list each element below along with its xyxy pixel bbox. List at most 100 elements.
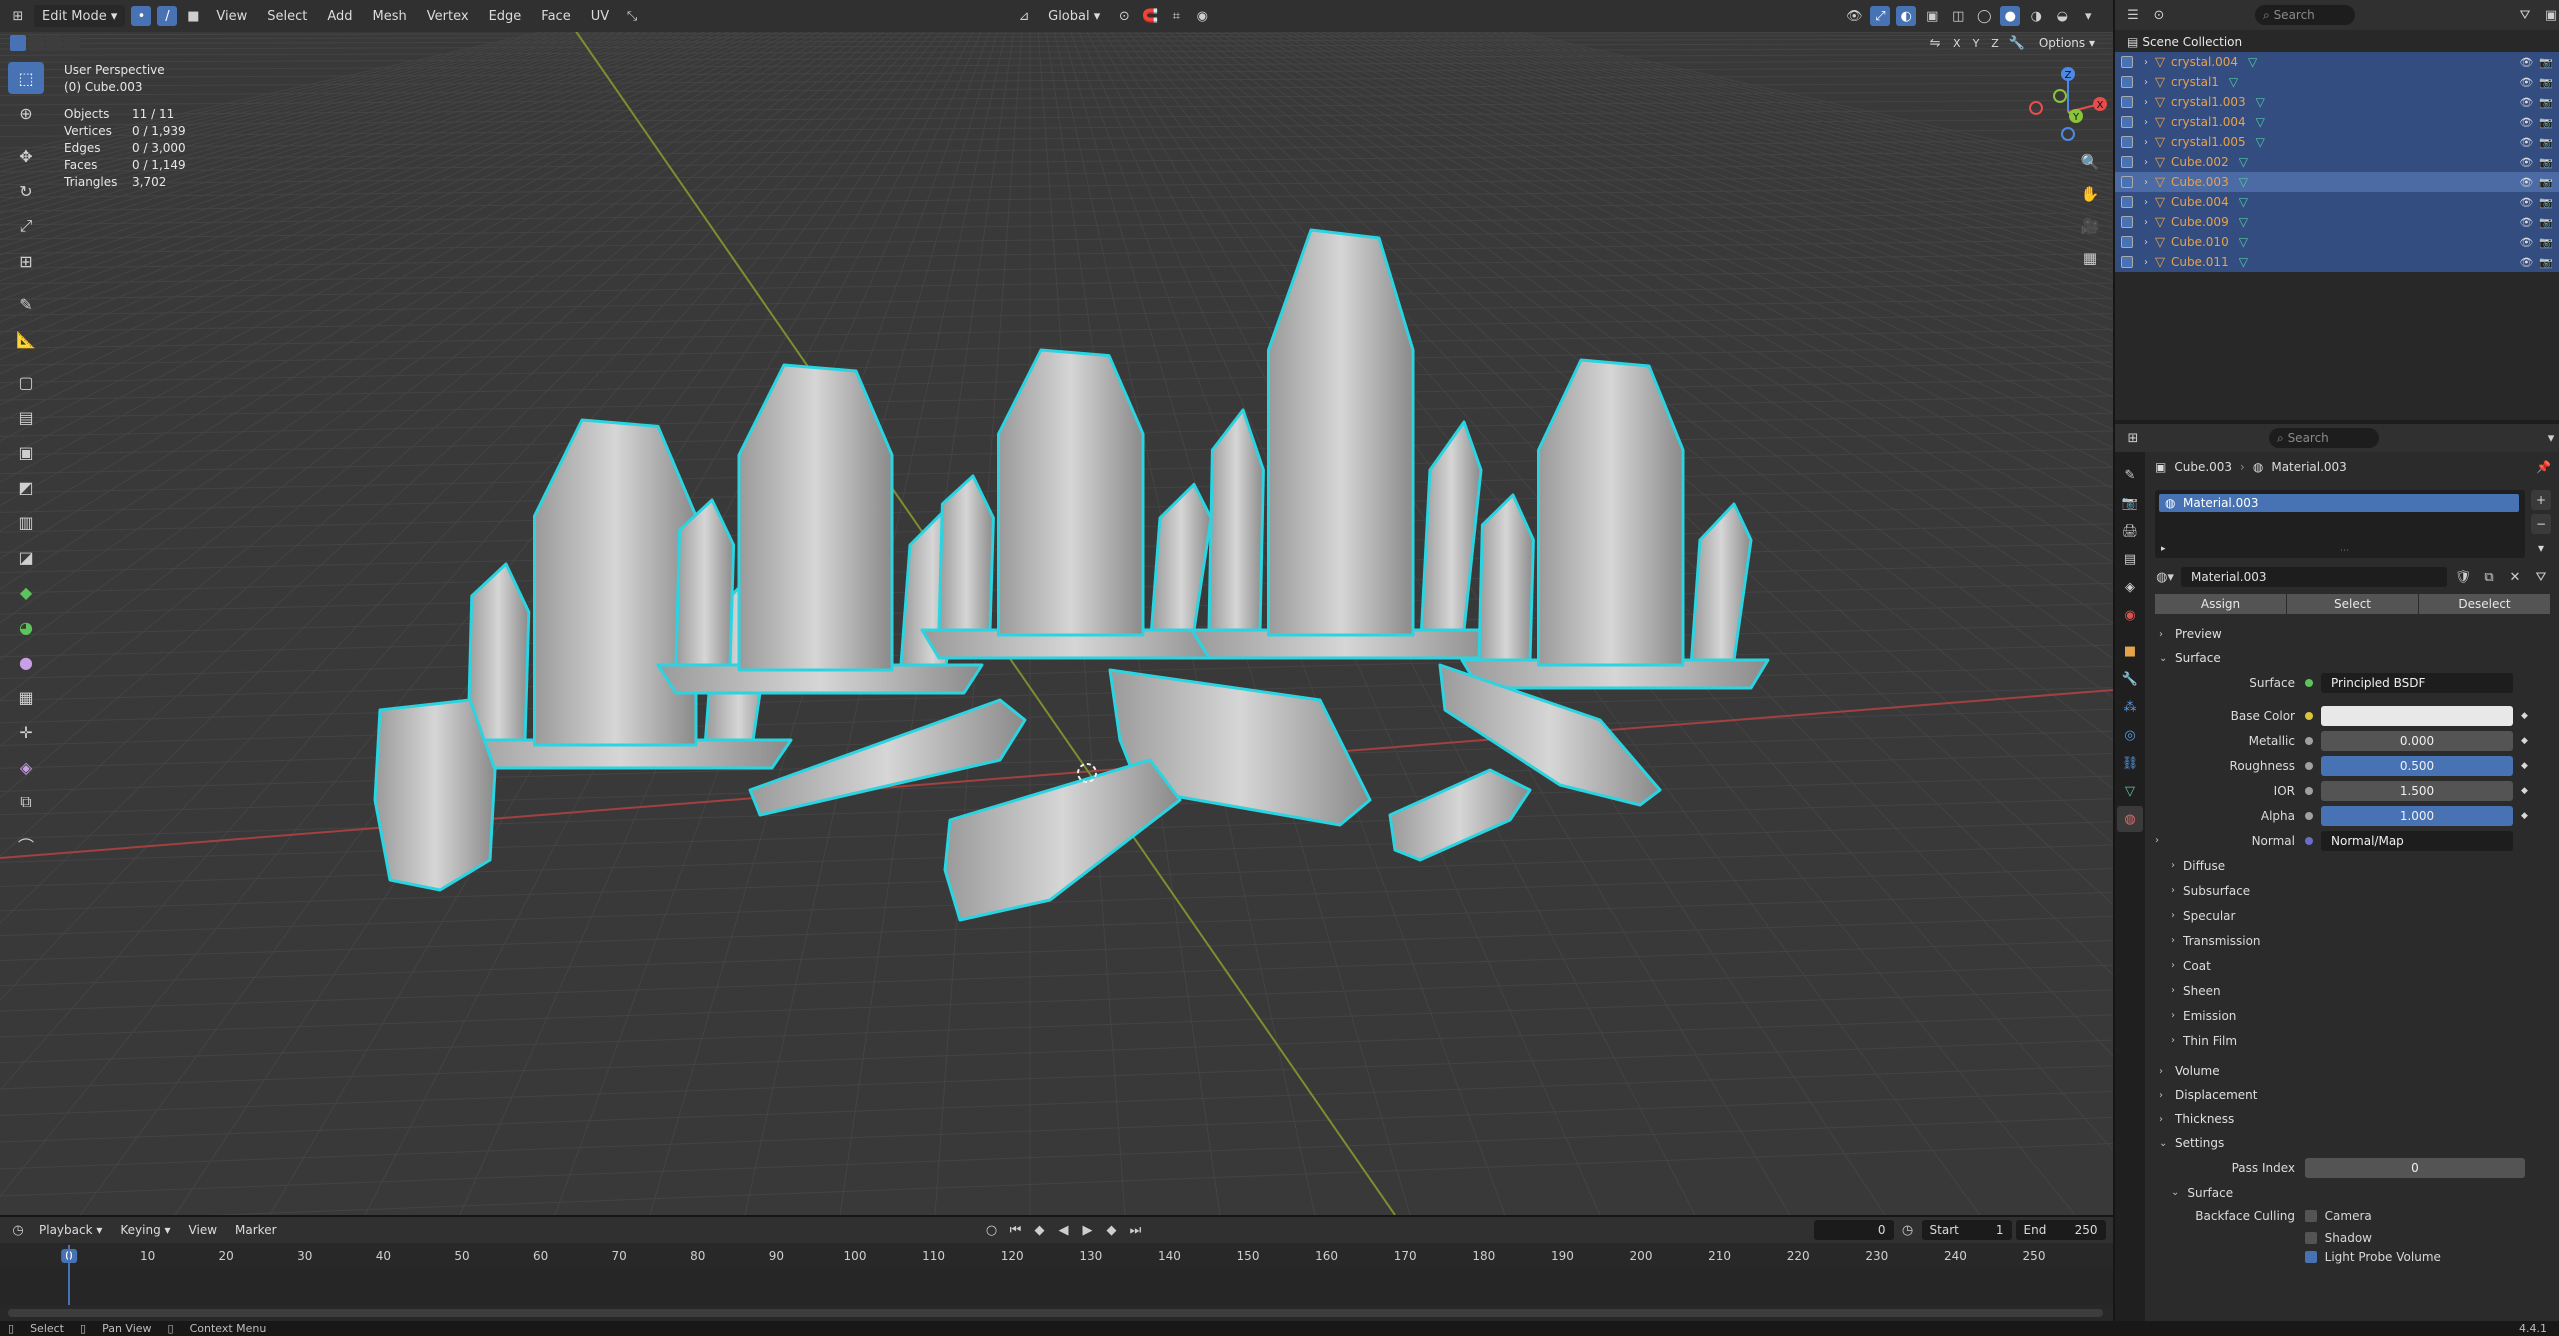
outliner-editor-icon[interactable]: ☰ — [2123, 5, 2143, 25]
properties-editor-icon[interactable]: ⊞ — [2123, 428, 2143, 448]
data-tab-icon[interactable]: ▽ — [2117, 778, 2143, 804]
pin-icon[interactable]: 📌 — [2536, 460, 2551, 474]
camera-icon[interactable]: 📷 — [2539, 116, 2553, 129]
scene-tab-icon[interactable]: ◈ — [2117, 574, 2143, 600]
node-tree-icon[interactable]: ⛛ — [2531, 567, 2551, 587]
selectable-checkbox[interactable] — [2121, 216, 2133, 228]
material-field-value[interactable]: 0.000 — [2321, 730, 2513, 751]
mirror-y-toggle[interactable]: Y — [1969, 32, 1984, 54]
keyframe-dot-icon[interactable]: ◆ — [2521, 811, 2528, 821]
eye-icon[interactable]: 👁 — [2519, 156, 2533, 169]
camera-icon[interactable]: 📷 — [2539, 96, 2553, 109]
remove-slot-button[interactable]: − — [2531, 514, 2551, 534]
preview-range-icon[interactable]: ◷ — [1898, 1220, 1918, 1240]
bsdf-subpanel-header[interactable]: › Diffuse — [2155, 853, 2551, 878]
bsdf-subpanel-header[interactable]: › Specular — [2155, 903, 2551, 928]
face-select-icon[interactable]: ■ — [183, 6, 203, 26]
chevron-right-icon[interactable]: › — [2139, 157, 2153, 168]
outliner-item[interactable]: › ▽ crystal1.003 ▽ 👁 📷 — [2115, 92, 2559, 112]
timeline-ruler[interactable]: 0102030405060708090100110120130140150160… — [0, 1245, 2113, 1267]
outliner[interactable]: ☰ ⊙ ⌕ Search ⛛ ▣ ▤ Scene Collection › ▽ cr… — [2115, 0, 2559, 420]
surface-shader-field[interactable]: Principled BSDF — [2321, 672, 2513, 693]
settings-surface-subheader[interactable]: ⌄ Surface — [2155, 1180, 2551, 1205]
settings-panel-header[interactable]: ⌄ Settings — [2155, 1131, 2551, 1155]
properties-search[interactable]: ⌕ Search — [2269, 428, 2379, 448]
select-button[interactable]: Select — [2287, 594, 2419, 614]
vertex-select-icon[interactable]: • — [131, 6, 152, 26]
chevron-right-icon[interactable]: › — [2139, 97, 2153, 108]
select-subtract-icon[interactable] — [46, 35, 62, 51]
poly-build-tool-icon[interactable]: ◆ — [8, 576, 44, 608]
orientation-dropdown[interactable]: Global ▾ — [1040, 5, 1108, 27]
selectable-checkbox[interactable] — [2121, 256, 2133, 268]
expand-icon[interactable]: ▸ — [2161, 544, 2166, 554]
outliner-item[interactable]: › ▽ Cube.002 ▽ 👁 📷 — [2115, 152, 2559, 172]
chevron-right-icon[interactable]: › — [2139, 257, 2153, 268]
bsdf-subpanel-header[interactable]: › Emission — [2155, 1003, 2551, 1028]
add-slot-button[interactable]: + — [2531, 490, 2551, 510]
light-probe-checkbox[interactable] — [2305, 1251, 2317, 1263]
selectable-checkbox[interactable] — [2121, 136, 2133, 148]
eye-icon[interactable]: 👁 — [2519, 236, 2533, 249]
tool-tab-icon[interactable]: ✎ — [2117, 462, 2143, 488]
chevron-right-icon[interactable]: › — [2139, 137, 2153, 148]
jump-end-icon[interactable]: ⏭ — [1126, 1220, 1146, 1240]
eye-icon[interactable]: 👁 — [2519, 56, 2533, 69]
knife-tool-icon[interactable]: ◪ — [8, 541, 44, 573]
outliner-item[interactable]: › ▽ Cube.003 ▽ 👁 📷 — [2115, 172, 2559, 192]
chevron-right-icon[interactable]: › — [2139, 217, 2153, 228]
spin-tool-icon[interactable]: ◕ — [8, 611, 44, 643]
bevel-tool-icon[interactable]: ◩ — [8, 471, 44, 503]
menu-mesh[interactable]: Mesh — [366, 5, 414, 27]
eye-icon[interactable]: 👁 — [2519, 256, 2533, 269]
3d-viewport[interactable]: ⊞ Edit Mode ▾ • / ■ View Select Add Mesh… — [0, 0, 2113, 1215]
playhead[interactable] — [68, 1245, 70, 1305]
camera-icon[interactable]: 📷 — [2539, 56, 2553, 69]
camera-icon[interactable]: 📷 — [2539, 176, 2553, 189]
edge-slide-tool-icon[interactable]: ▦ — [8, 681, 44, 713]
material-field-value[interactable]: 1.000 — [2321, 805, 2513, 826]
eye-icon[interactable]: 👁 — [2519, 96, 2533, 109]
loop-cut-tool-icon[interactable]: ▥ — [8, 506, 44, 538]
render-tab-icon[interactable]: 📷 — [2117, 490, 2143, 516]
camera-view-icon[interactable]: 🎥 — [2076, 212, 2104, 240]
outliner-item[interactable]: › ▽ Cube.011 ▽ 👁 📷 — [2115, 252, 2559, 272]
next-key-icon[interactable]: ◆ — [1102, 1220, 1122, 1240]
select-box-tool-icon[interactable]: ⬚ — [8, 62, 44, 94]
selectable-checkbox[interactable] — [2121, 236, 2133, 248]
physics-tab-icon[interactable]: ◎ — [2117, 722, 2143, 748]
display-mode-icon[interactable]: ⊙ — [2149, 5, 2169, 25]
material-slot-list[interactable]: ◍ Material.003 ▸ ⋯ — [2155, 490, 2525, 558]
selectable-checkbox[interactable] — [2121, 96, 2133, 108]
camera-icon[interactable]: 📷 — [2539, 256, 2553, 269]
keyframe-dot-icon[interactable]: ◆ — [2521, 711, 2528, 721]
thickness-panel-header[interactable]: › Thickness — [2155, 1107, 2551, 1131]
timeline-editor[interactable]: ◷ Playback ▾ Keying ▾ View Marker ○ ⏮ ◆ … — [0, 1215, 2113, 1321]
options-dropdown[interactable]: Options ▾ — [2031, 32, 2103, 54]
world-tab-icon[interactable]: ◉ — [2117, 602, 2143, 628]
wrench-icon[interactable]: 🔧 — [2007, 33, 2027, 53]
menu-select[interactable]: Select — [260, 5, 314, 27]
chevron-right-icon[interactable]: › — [2139, 177, 2153, 188]
outliner-item[interactable]: › ▽ crystal.004 ▽ 👁 📷 — [2115, 52, 2559, 72]
menu-view[interactable]: View — [209, 5, 254, 27]
deselect-button[interactable]: Deselect — [2419, 594, 2551, 614]
viewport-canvas[interactable] — [0, 0, 2113, 1215]
transform-tool-icon[interactable]: ⊞ — [8, 245, 44, 277]
scale-tool-icon[interactable]: ⤢ — [8, 210, 44, 242]
menu-marker[interactable]: Marker — [228, 1219, 283, 1241]
preview-panel-header[interactable]: › Preview — [2155, 622, 2551, 646]
camera-checkbox[interactable] — [2305, 1210, 2317, 1222]
chevron-down-icon[interactable]: ▾ — [2541, 428, 2559, 448]
end-frame-field[interactable]: End 250 — [2015, 1220, 2106, 1240]
eye-icon[interactable]: 👁 — [2519, 196, 2533, 209]
outliner-item[interactable]: › ▽ Cube.009 ▽ 👁 📷 — [2115, 212, 2559, 232]
material-field-value[interactable]: 1.500 — [2321, 780, 2513, 801]
annotate-tool-icon[interactable]: ✎ — [8, 288, 44, 320]
chevron-right-icon[interactable]: › — [2139, 57, 2153, 68]
outliner-item[interactable]: › ▽ crystal1.005 ▽ 👁 📷 — [2115, 132, 2559, 152]
select-new-icon[interactable] — [10, 35, 26, 51]
duplicate-material-icon[interactable]: ⧉ — [2479, 567, 2499, 587]
menu-keying[interactable]: Keying ▾ — [113, 1219, 177, 1241]
material-tab-icon[interactable]: ◍ — [2117, 806, 2143, 832]
